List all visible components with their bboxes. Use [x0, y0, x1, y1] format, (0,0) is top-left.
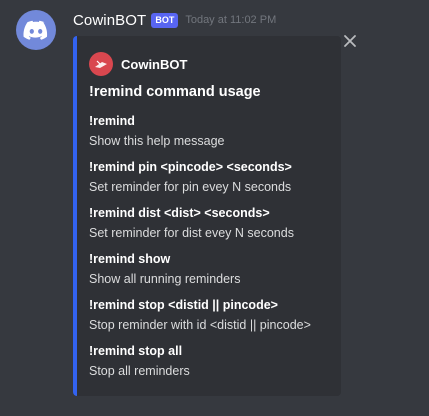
- bot-message: CowinBOT BOT Today at 11:02 PM CowinBOT …: [0, 0, 429, 416]
- field-value: Stop all reminders: [89, 364, 190, 378]
- embed: CowinBOT !remind command usage !remind S…: [73, 36, 341, 396]
- embed-field: !remind show Show all running reminders: [89, 251, 240, 287]
- field-name: !remind pin <pincode> <seconds>: [89, 160, 292, 174]
- field-name: !remind stop <distid || pincode>: [89, 298, 278, 312]
- field-name: !remind show: [89, 252, 171, 266]
- embed-field: !remind stop <distid || pincode> Stop re…: [89, 297, 311, 333]
- field-value: Stop reminder with id <distid || pincode…: [89, 318, 311, 332]
- field-value: Show this help message: [89, 134, 225, 148]
- field-value: Set reminder for dist evey N seconds: [89, 226, 294, 240]
- embed-field: !remind pin <pincode> <seconds> Set remi…: [89, 159, 292, 195]
- field-name: !remind: [89, 114, 135, 128]
- timestamp[interactable]: Today at 11:02 PM: [185, 14, 276, 26]
- embed-field: !remind dist <dist> <seconds> Set remind…: [89, 205, 294, 241]
- discord-logo-icon[interactable]: [16, 10, 56, 50]
- field-name: !remind dist <dist> <seconds>: [89, 206, 270, 220]
- message-header: CowinBOT BOT Today at 11:02 PM: [73, 10, 276, 30]
- field-value: Set reminder for pin evey N seconds: [89, 180, 292, 194]
- username[interactable]: CowinBOT: [73, 12, 146, 29]
- embed-author: CowinBOT: [89, 52, 187, 76]
- bot-tag: BOT: [151, 12, 179, 28]
- embed-author-name: CowinBOT: [121, 56, 188, 72]
- field-value: Show all running reminders: [89, 272, 241, 286]
- embed-title: !remind command usage: [89, 84, 261, 100]
- close-icon[interactable]: [342, 33, 358, 49]
- field-name: !remind stop all: [89, 344, 183, 358]
- embed-field: !remind stop all Stop all reminders: [89, 343, 190, 379]
- author-avatar-icon: [89, 52, 113, 76]
- embed-field: !remind Show this help message: [89, 113, 225, 149]
